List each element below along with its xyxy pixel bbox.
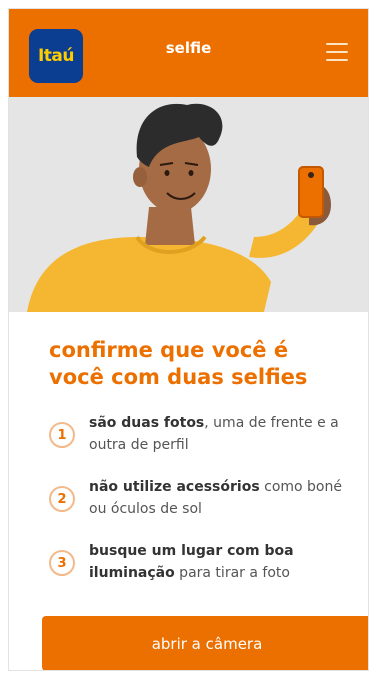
app-header: Itaú selfie [9, 9, 368, 97]
instructions-list: 1 são duas fotos, uma de frente e a outr… [49, 412, 354, 604]
step-text: são duas fotos, uma de frente e a outra … [89, 412, 359, 456]
screen: Itaú selfie confirme que você é você com… [8, 8, 369, 671]
headline: confirme que você é você com duas selfie… [49, 338, 308, 389]
step-rest-text: para tirar a foto [174, 565, 290, 581]
list-item: 1 são duas fotos, uma de frente e a outr… [49, 412, 354, 476]
step-number-badge: 1 [49, 422, 75, 448]
selfie-illustration [9, 97, 368, 312]
page-title: selfie [165, 39, 212, 57]
hamburger-menu-icon[interactable] [326, 43, 348, 61]
open-camera-button[interactable]: abrir a câmera [42, 616, 368, 670]
list-item: 3 busque um lugar com boa iluminação par… [49, 540, 354, 604]
step-text: busque um lugar com boa iluminação para … [89, 540, 359, 584]
step-number-badge: 2 [49, 486, 75, 512]
step-number-badge: 3 [49, 550, 75, 576]
step-bold-text: são duas fotos [89, 415, 205, 431]
person-taking-selfie-illustration [27, 103, 331, 312]
list-item: 2 não utilize acessórios como boné ou óc… [49, 476, 354, 540]
step-text: não utilize acessórios como boné ou ócul… [89, 476, 359, 520]
step-bold-text: não utilize acessórios [89, 479, 260, 495]
